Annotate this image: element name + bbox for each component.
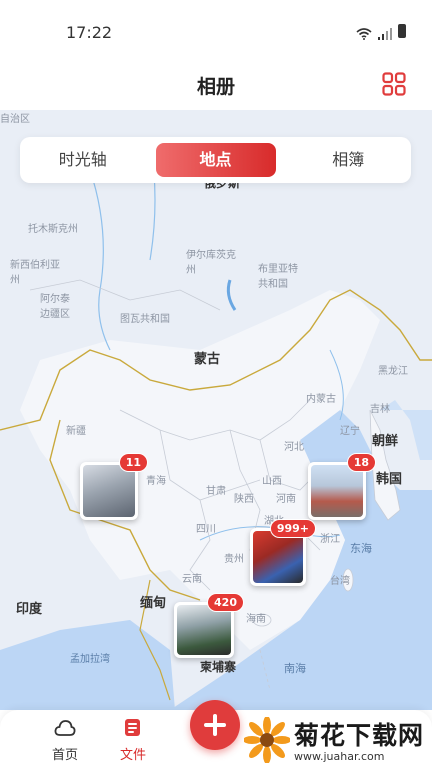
photo-count-badge: 420 bbox=[207, 593, 244, 612]
map-label-taiwan: 台湾 bbox=[330, 576, 350, 587]
map-label-zhejiang: 浙江 bbox=[320, 534, 340, 545]
grid-view-button[interactable] bbox=[382, 72, 406, 96]
photo-pin-jiangsu[interactable]: 18 bbox=[308, 453, 376, 520]
map-label-tomsk: 托木斯克州 bbox=[28, 224, 78, 235]
map-label-shaanxi: 陕西 bbox=[234, 494, 254, 505]
nav-files-label: 文件 bbox=[119, 748, 146, 763]
nav-home-label: 首页 bbox=[51, 748, 78, 763]
wifi-icon bbox=[356, 25, 372, 40]
map-label-sichuan: 四川 bbox=[196, 524, 216, 535]
flower-icon bbox=[243, 716, 290, 763]
header: 相册 bbox=[0, 62, 432, 110]
map-label-hebei: 河北 bbox=[284, 442, 304, 453]
photo-count-badge: 18 bbox=[346, 453, 376, 472]
map-view[interactable]: 自治区 俄罗斯 托木斯克州 新西伯利亚 州 阿尔泰 边疆区 伊尔库茨克 州 布里… bbox=[0, 110, 432, 710]
map-label-south-sea: 南海 bbox=[284, 662, 306, 675]
photo-count-badge: 999+ bbox=[269, 519, 316, 538]
photo-pin-qinghai[interactable]: 11 bbox=[80, 453, 148, 520]
status-time: 17:22 bbox=[66, 23, 113, 42]
map-label-buryatia: 布里亚特 共和国 bbox=[258, 264, 298, 290]
map-label-yunnan: 云南 bbox=[182, 574, 202, 585]
map-label-north-korea: 朝鲜 bbox=[372, 434, 399, 449]
map-label-inner-mongolia: 内蒙古 bbox=[306, 394, 336, 405]
photo-thumbnail bbox=[253, 531, 303, 583]
battery-icon bbox=[398, 24, 406, 38]
map-label-india: 印度 bbox=[16, 602, 43, 617]
nav-home[interactable]: 首页 bbox=[35, 718, 95, 763]
map-label-myanmar: 缅甸 bbox=[140, 596, 167, 611]
photo-pin-guangdong[interactable]: 999+ bbox=[250, 519, 316, 586]
view-tabs: 时光轴 地点 相簿 bbox=[20, 137, 411, 183]
signal-icon bbox=[378, 25, 392, 40]
map-label-mongolia: 蒙古 bbox=[194, 352, 221, 367]
map-label-bengal-bay: 孟加拉湾 bbox=[70, 654, 110, 665]
map-label-heilongjiang: 黑龙江 bbox=[378, 366, 408, 377]
map-label-east-sea: 东海 bbox=[350, 542, 372, 555]
map-label-region-top-left: 自治区 bbox=[0, 114, 30, 125]
status-icons bbox=[356, 24, 406, 40]
tab-albums[interactable]: 相簿 bbox=[290, 143, 408, 177]
map-label-shanxi: 山西 bbox=[262, 476, 282, 487]
map-label-south-korea: 韩国 bbox=[376, 472, 403, 487]
map-label-guizhou: 贵州 bbox=[224, 554, 244, 565]
tab-timeline[interactable]: 时光轴 bbox=[24, 143, 142, 177]
map-label-tuva: 图瓦共和国 bbox=[120, 314, 170, 325]
map-label-altai-krai: 阿尔泰 边疆区 bbox=[40, 294, 70, 320]
map-label-xinjiang: 新疆 bbox=[66, 426, 86, 437]
add-button[interactable] bbox=[190, 700, 240, 750]
map-label-hainan: 海南 bbox=[246, 614, 266, 625]
cloud-icon bbox=[54, 720, 76, 736]
photo-pin-cambodia[interactable]: 420 bbox=[174, 593, 244, 658]
file-icon bbox=[125, 719, 140, 736]
map-label-qinghai: 青海 bbox=[146, 476, 166, 487]
map-label-irkutsk: 伊尔库茨克 州 bbox=[186, 250, 236, 276]
map-label-liaoning: 辽宁 bbox=[340, 426, 360, 437]
map-label-cambodia: 柬埔寨 bbox=[200, 660, 237, 674]
photo-thumbnail bbox=[177, 605, 231, 655]
photo-thumbnail bbox=[311, 465, 363, 517]
photo-thumbnail bbox=[83, 465, 135, 517]
map-label-gansu: 甘肃 bbox=[206, 486, 226, 497]
watermark-brand: 菊花下载网 bbox=[293, 721, 424, 750]
status-bar: 17:22 bbox=[0, 0, 432, 62]
page-title: 相册 bbox=[196, 76, 235, 98]
nav-files[interactable]: 文件 bbox=[103, 718, 163, 763]
map-label-novosibirsk: 新西伯利亚 州 bbox=[10, 260, 60, 286]
photo-count-badge: 11 bbox=[118, 453, 148, 472]
map-label-henan: 河南 bbox=[276, 494, 296, 505]
map-label-jilin: 吉林 bbox=[370, 404, 390, 415]
watermark: 菊花下载网 www.juahar.com bbox=[243, 716, 424, 763]
tab-location[interactable]: 地点 bbox=[155, 143, 276, 177]
grid-icon bbox=[382, 72, 406, 96]
